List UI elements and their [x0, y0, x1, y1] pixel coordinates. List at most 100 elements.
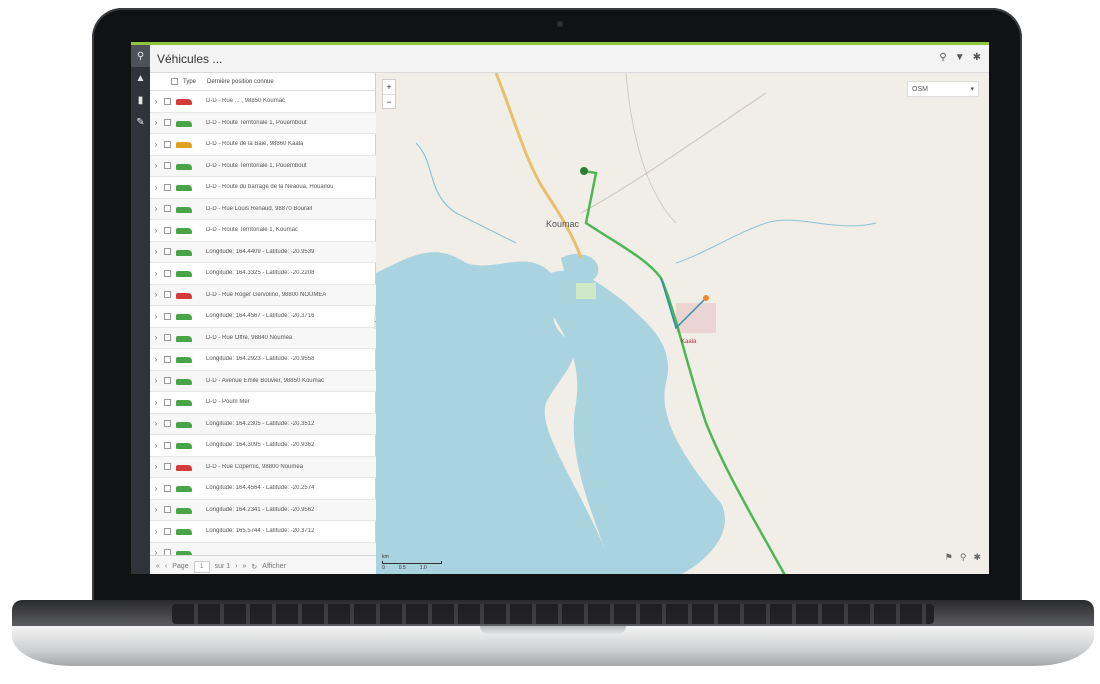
table-row[interactable]: › D-D - Avenue Emile Bouvier, 98850 Kouma…: [150, 370, 376, 392]
map-marker-icon[interactable]: ⚲: [131, 45, 150, 67]
chevron-right-icon[interactable]: ›: [150, 376, 162, 385]
chevron-right-icon[interactable]: ›: [150, 484, 162, 493]
table-row[interactable]: › Longitude: 164.2341 - Latitude: -20.956…: [150, 499, 376, 521]
chevron-right-icon[interactable]: ›: [150, 269, 162, 278]
table-row[interactable]: › D-D - Route Territoriale 1, Pouembout: [150, 155, 376, 177]
chevron-right-icon[interactable]: ›: [150, 419, 162, 428]
next-page-button[interactable]: ›: [235, 563, 237, 570]
chevron-right-icon[interactable]: ›: [150, 355, 162, 364]
table-row[interactable]: › D-D - Route du barrage de la Néaoua, Ho…: [150, 177, 376, 199]
row-checkbox[interactable]: [164, 463, 171, 471]
district-label: Kaala: [681, 339, 697, 345]
table-row[interactable]: ›: [150, 542, 376, 555]
filter-icon[interactable]: ▼: [955, 52, 965, 63]
row-checkbox[interactable]: [164, 484, 171, 492]
table-row[interactable]: › Longitude: 165.5744 - Latitude: -20.371…: [150, 521, 376, 543]
row-checkbox[interactable]: [164, 377, 171, 385]
last-page-button[interactable]: »: [243, 563, 247, 570]
chevron-right-icon[interactable]: ›: [150, 97, 162, 106]
row-checkbox[interactable]: [164, 269, 171, 277]
chevron-right-icon[interactable]: ›: [150, 333, 162, 342]
row-checkbox[interactable]: [164, 119, 171, 127]
layer-select[interactable]: OSM ▾: [907, 81, 979, 97]
row-address: D-D - Route Territoriale 1, Pouembout: [206, 119, 307, 126]
top-toolbar: ⚲ ▼ ✱: [939, 52, 981, 63]
row-checkbox[interactable]: [164, 140, 171, 148]
table-row[interactable]: › Longitude: 164.3095 - Latitude: -20.936…: [150, 435, 376, 457]
column-position[interactable]: Dernière position connue: [207, 79, 274, 85]
table-row[interactable]: › Longitude: 164.4564 - Latitude: -20.257…: [150, 478, 376, 500]
row-checkbox[interactable]: [164, 205, 171, 213]
table-row[interactable]: › D-D - Route de la Baie, 98860 Kaala: [150, 134, 376, 156]
chevron-right-icon[interactable]: ›: [150, 247, 162, 256]
chevron-right-icon[interactable]: ›: [150, 462, 162, 471]
table-row[interactable]: › D-D - Route Territoriale 1, Koumac: [150, 220, 376, 242]
row-address: D-D - Rue Copernic, 98800 Nouméa: [206, 463, 304, 470]
column-type[interactable]: Type: [183, 79, 207, 85]
row-checkbox[interactable]: [164, 527, 171, 535]
map-view[interactable]: Koumac Kaala + − OSM ▾ km 0 0.5 1.0 ⚑ ⚲ …: [376, 73, 989, 574]
table-row[interactable]: › D-D - Rue Copernic, 98800 Nouméa: [150, 456, 376, 478]
chevron-right-icon[interactable]: ›: [150, 140, 162, 149]
row-checkbox[interactable]: [164, 312, 171, 320]
row-address: D-D - Route du barrage de la Néaoua, Hou…: [206, 184, 334, 191]
table-row[interactable]: › D-D - Rue Offre, 98840 Nouméa: [150, 327, 376, 349]
select-all-checkbox[interactable]: [171, 78, 178, 85]
row-checkbox[interactable]: [164, 334, 171, 342]
search-icon[interactable]: ⚲: [960, 552, 967, 563]
first-page-button[interactable]: «: [156, 563, 160, 570]
chevron-right-icon[interactable]: ›: [150, 290, 162, 299]
row-checkbox[interactable]: [164, 248, 171, 256]
prev-page-button[interactable]: ‹: [165, 563, 167, 570]
leaf-icon[interactable]: ✎: [131, 111, 150, 133]
gear-icon[interactable]: ✱: [973, 552, 981, 563]
row-checkbox[interactable]: [164, 355, 171, 363]
flag-icon[interactable]: ⚑: [945, 552, 953, 563]
table-row[interactable]: › Longitude: 164.2923 - Latitude: -20.955…: [150, 349, 376, 371]
warning-icon[interactable]: ▲: [131, 67, 150, 89]
row-checkbox[interactable]: [164, 291, 171, 299]
table-row[interactable]: › D-D - Rue ... , 98850 Koumac: [150, 91, 376, 113]
row-checkbox[interactable]: [164, 226, 171, 234]
table-row[interactable]: › D-D - Route Territoriale 1, Pouembout: [150, 112, 376, 134]
scale-tick: 1.0: [419, 565, 427, 571]
row-checkbox[interactable]: [164, 506, 171, 514]
table-row[interactable]: › Longitude: 164.4567 - Latitude: -20.371…: [150, 306, 376, 328]
table-row[interactable]: › Longitude: 164.2305 - Latitude: -20.351…: [150, 413, 376, 435]
search-icon[interactable]: ⚲: [939, 52, 946, 63]
row-checkbox[interactable]: [164, 97, 171, 105]
gear-icon[interactable]: ✱: [973, 52, 981, 63]
chevron-right-icon[interactable]: ›: [150, 527, 162, 536]
chevron-right-icon[interactable]: ›: [150, 161, 162, 170]
table-row[interactable]: › Longitude: 164.3325 - Latitude: -20.220…: [150, 263, 376, 285]
row-checkbox[interactable]: [164, 441, 171, 449]
vehicle-icon: [176, 248, 198, 256]
document-icon[interactable]: ▮: [131, 89, 150, 111]
row-checkbox[interactable]: [164, 162, 171, 170]
vehicle-icon: [176, 226, 198, 235]
row-checkbox[interactable]: [164, 398, 171, 406]
chevron-right-icon[interactable]: ›: [150, 118, 162, 127]
chevron-right-icon[interactable]: ›: [150, 398, 162, 407]
chevron-right-icon[interactable]: ›: [150, 226, 162, 235]
row-checkbox[interactable]: [164, 183, 171, 191]
table-row[interactable]: › D-D - Rue Louis Renaud, 98870 Bourail: [150, 198, 376, 220]
vehicle-icon: [176, 527, 198, 536]
refresh-icon[interactable]: ↻: [251, 563, 257, 571]
zoom-out-button[interactable]: −: [383, 94, 395, 108]
zoom-in-button[interactable]: +: [383, 80, 395, 94]
row-checkbox[interactable]: [164, 420, 171, 428]
row-address: Longitude: 164.2305 - Latitude: -20.3512: [206, 420, 315, 427]
table-row[interactable]: › D-D - Rue Roger Gervolino, 98800 NOUMÉA: [150, 284, 376, 306]
page-title[interactable]: Véhicules ...: [157, 52, 222, 66]
vehicle-icon: [176, 162, 198, 170]
table-row[interactable]: › D-D - Poum Mer: [150, 392, 376, 414]
chevron-right-icon[interactable]: ›: [150, 204, 162, 213]
table-row[interactable]: › Longitude: 164.4409 - Latitude: -20.953…: [150, 241, 376, 263]
page-input[interactable]: 1: [193, 560, 210, 573]
chevron-right-icon[interactable]: ›: [150, 548, 162, 555]
chevron-right-icon[interactable]: ›: [150, 505, 162, 514]
chevron-right-icon[interactable]: ›: [150, 183, 162, 192]
chevron-right-icon[interactable]: ›: [150, 312, 162, 321]
chevron-right-icon[interactable]: ›: [150, 441, 162, 450]
